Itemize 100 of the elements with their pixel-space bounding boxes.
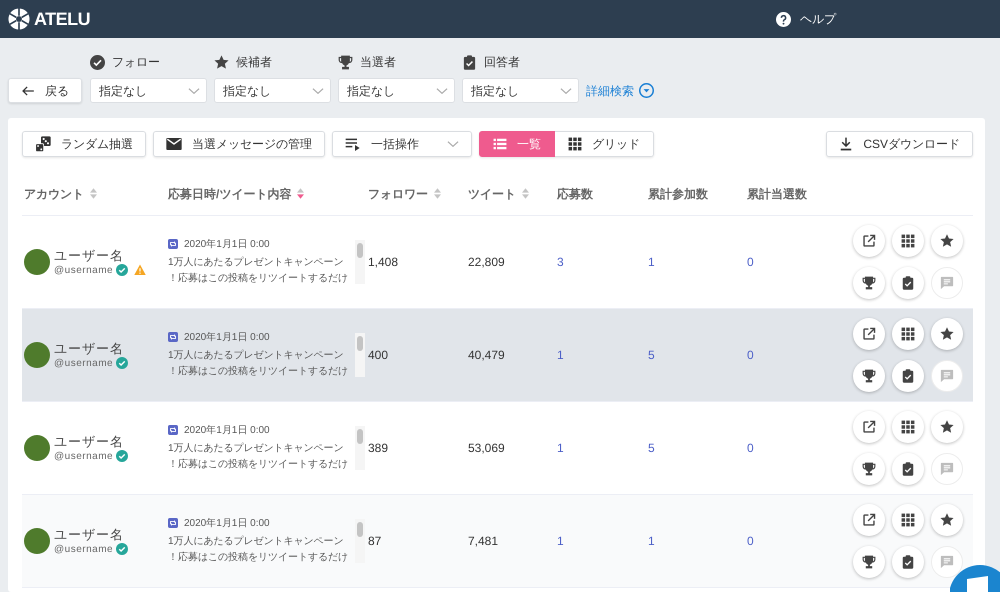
external-link-icon — [862, 327, 876, 341]
column-header[interactable]: フォロワー — [368, 184, 428, 202]
external-link-icon — [862, 420, 876, 434]
download-icon — [839, 137, 854, 151]
trophy-button[interactable] — [853, 360, 885, 392]
trophy-button[interactable] — [853, 546, 885, 578]
filter-dropdown[interactable]: 指定なし — [90, 78, 207, 103]
list-arrow-icon — [345, 136, 361, 152]
win-total-link[interactable]: 0 — [747, 534, 754, 548]
scrollbar[interactable] — [355, 426, 365, 470]
column-header[interactable]: ツイート — [468, 184, 516, 202]
follower-count: 400 — [368, 348, 388, 362]
chevron-down-icon — [188, 86, 200, 94]
caret-circle-icon — [639, 83, 654, 98]
toolbar-button[interactable]: 当選メッセージの管理 — [153, 131, 325, 157]
clipboard-check-icon — [901, 555, 915, 569]
trophy-button[interactable] — [853, 453, 885, 485]
user-name: ユーザー名 — [54, 248, 125, 264]
retweet-icon — [168, 332, 178, 342]
external-link-icon — [862, 513, 876, 527]
chevron-down-icon — [560, 86, 572, 94]
toolbar-button[interactable]: ランダム抽選 — [22, 131, 146, 157]
column-header: 累計当選数 — [747, 186, 807, 202]
comment-icon — [940, 369, 954, 383]
application-count-link[interactable]: 1 — [557, 534, 564, 548]
scrollbar[interactable] — [355, 519, 365, 563]
star-button[interactable] — [931, 318, 963, 350]
logo-text: ATELU — [34, 10, 90, 28]
open-link-button[interactable] — [853, 411, 885, 443]
open-link-button[interactable] — [853, 318, 885, 350]
clipboard-button[interactable] — [892, 546, 924, 578]
entry-total-link[interactable]: 5 — [648, 348, 655, 362]
list-icon — [493, 137, 507, 151]
clipboard-button[interactable] — [892, 453, 924, 485]
help-icon — [776, 12, 791, 26]
follower-count: 389 — [368, 441, 388, 455]
application-count-link[interactable]: 1 — [557, 348, 564, 362]
star-button[interactable] — [931, 225, 963, 257]
filter-label: 回答者 — [484, 54, 520, 71]
csv-download-button[interactable]: CSVダウンロード — [826, 131, 973, 157]
scrollbar[interactable] — [355, 240, 365, 284]
avatar-placeholder — [24, 249, 50, 275]
bulk-action-dropdown[interactable]: 一括操作 — [332, 131, 472, 157]
avatar-placeholder — [24, 342, 50, 368]
star-button[interactable] — [931, 504, 963, 536]
filter-dropdown[interactable]: 指定なし — [214, 78, 331, 103]
clipboard-check-icon — [901, 369, 915, 383]
star-icon — [940, 327, 954, 341]
help-link[interactable]: ヘルプ — [776, 10, 836, 28]
grid-button[interactable] — [892, 411, 924, 443]
win-total-link[interactable]: 0 — [747, 255, 754, 269]
user-handle: @username — [54, 542, 114, 556]
entry-total-link[interactable]: 1 — [648, 534, 655, 548]
chevron-down-icon — [436, 86, 448, 94]
grid-button[interactable] — [892, 318, 924, 350]
comment-icon — [940, 555, 954, 569]
follower-count: 87 — [368, 534, 382, 548]
table-row[interactable]: ユーザー名 @username 2020年1月1日 0:00 1万人にあたるプレゼントキャンペーン！応募はこの投稿をリツイートするだけ 87 7,481 1 1 0 — [22, 495, 973, 588]
tweet-date: 2020年1月1日 0:00 — [184, 516, 270, 530]
application-count-link[interactable]: 3 — [557, 255, 564, 269]
grid-icon — [901, 327, 915, 341]
clipboard-button[interactable] — [892, 267, 924, 299]
clipboard-check-icon — [901, 462, 915, 476]
back-button[interactable]: 戻る — [8, 78, 82, 103]
tweet-date: 2020年1月1日 0:00 — [184, 330, 270, 344]
view-tab[interactable]: グリッド — [555, 131, 654, 157]
clipboard-check-icon — [462, 54, 477, 70]
external-link-icon — [862, 234, 876, 248]
chat-button[interactable] — [950, 565, 1000, 592]
win-total-link[interactable]: 0 — [747, 441, 754, 455]
entry-total-link[interactable]: 5 — [648, 441, 655, 455]
clipboard-button[interactable] — [892, 360, 924, 392]
column-header[interactable]: 応募日時/ツイート内容 — [168, 184, 292, 202]
scrollbar[interactable] — [355, 333, 365, 377]
table-row[interactable]: ユーザー名 @username 2020年1月1日 0:00 1万人にあたるプレゼントキャンペーン！応募はこの投稿をリツイートするだけ 400 40,479 1 5 0 — [22, 309, 973, 402]
star-icon — [940, 420, 954, 434]
sort-icon[interactable] — [297, 188, 304, 199]
retweet-icon — [168, 239, 178, 249]
chevron-down-icon — [447, 140, 459, 148]
open-link-button[interactable] — [853, 225, 885, 257]
trophy-button[interactable] — [853, 267, 885, 299]
view-tab[interactable]: 一覧 — [479, 131, 555, 157]
star-button[interactable] — [931, 411, 963, 443]
user-handle: @username — [54, 356, 114, 370]
filter-dropdown[interactable]: 指定なし — [338, 78, 455, 103]
clipboard-check-icon — [901, 276, 915, 290]
grid-button[interactable] — [892, 225, 924, 257]
application-count-link[interactable]: 1 — [557, 441, 564, 455]
trophy-icon — [862, 462, 876, 476]
arrow-left-icon — [21, 84, 35, 98]
tweet-date: 2020年1月1日 0:00 — [184, 238, 270, 250]
trophy-icon — [338, 54, 353, 70]
entry-total-link[interactable]: 1 — [648, 255, 655, 269]
filter-dropdown[interactable]: 指定なし — [462, 78, 579, 103]
grid-icon — [568, 137, 582, 151]
win-total-link[interactable]: 0 — [747, 348, 754, 362]
grid-button[interactable] — [892, 504, 924, 536]
open-link-button[interactable] — [853, 504, 885, 536]
column-header[interactable]: アカウント — [24, 184, 84, 202]
advanced-search-link[interactable]: 詳細検索 — [586, 78, 654, 103]
